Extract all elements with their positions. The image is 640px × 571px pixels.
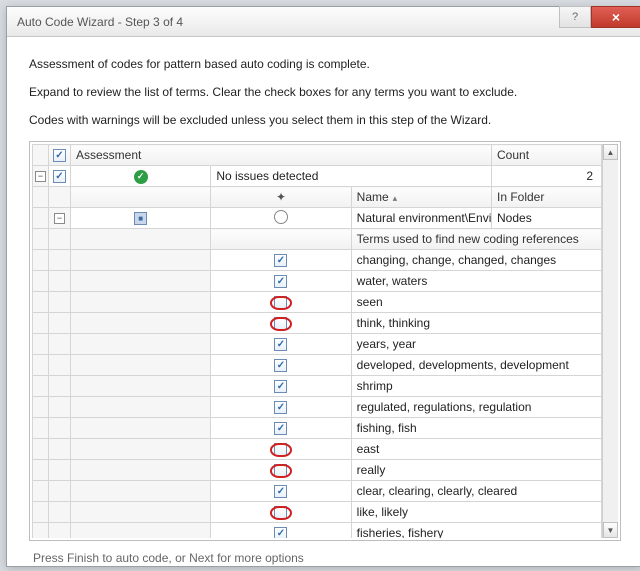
term-checkbox[interactable] [274,401,287,414]
term-text: really [351,460,601,481]
term-row[interactable]: developed, developments, development [33,355,602,376]
group-label: No issues detected [211,166,492,187]
scroll-up-icon[interactable]: ▲ [603,144,618,160]
footer-hint: Press Finish to auto code, or Next for m… [29,541,621,565]
node-name: Natural environment\Environmental change [351,208,491,229]
titlebar[interactable]: Auto Code Wizard - Step 3 of 4 ? × [7,7,640,37]
term-row[interactable]: really [33,460,602,481]
collapse-icon[interactable]: − [54,213,65,224]
term-row[interactable]: shrimp [33,376,602,397]
term-row[interactable]: water, waters [33,271,602,292]
col-name[interactable]: Name▴ [351,187,491,208]
term-text: years, year [351,334,601,355]
select-all-checkbox[interactable] [53,149,66,162]
term-checkbox[interactable] [274,275,287,288]
term-text: developed, developments, development [351,355,601,376]
term-row[interactable]: years, year [33,334,602,355]
star-icon: ✦ [276,190,286,204]
col-terms[interactable]: Terms used to find new coding references [351,229,601,250]
col-assessment[interactable]: Assessment [71,145,492,166]
scroll-down-icon[interactable]: ▼ [603,522,618,538]
term-checkbox[interactable] [274,506,287,519]
window-title: Auto Code Wizard - Step 3 of 4 [17,15,183,29]
help-button[interactable]: ? [559,6,591,28]
node-checkbox[interactable] [134,212,147,225]
collapse-icon[interactable]: − [35,171,46,182]
group-checkbox[interactable] [53,170,66,183]
intro-line-2: Expand to review the list of terms. Clea… [29,85,621,99]
close-icon: × [612,9,620,25]
term-checkbox[interactable] [274,422,287,435]
term-row[interactable]: fisheries, fishery [33,523,602,539]
term-row[interactable]: east [33,439,602,460]
term-row[interactable]: changing, change, changed, changes [33,250,602,271]
term-checkbox[interactable] [274,464,287,477]
term-text: east [351,439,601,460]
term-checkbox[interactable] [274,338,287,351]
node-folder: Nodes [492,208,602,229]
term-row[interactable]: like, likely [33,502,602,523]
intro-text: Assessment of codes for pattern based au… [29,57,621,127]
ok-status-icon [134,170,148,184]
term-checkbox[interactable] [274,317,287,330]
node-icon [274,210,288,224]
terms-header-row: Terms used to find new coding references [33,229,602,250]
term-checkbox[interactable] [274,527,287,538]
sort-asc-icon: ▴ [393,193,398,203]
term-row[interactable]: fishing, fish [33,418,602,439]
term-text: shrimp [351,376,601,397]
term-checkbox[interactable] [274,359,287,372]
term-text: regulated, regulations, regulation [351,397,601,418]
term-text: fisheries, fishery [351,523,601,539]
term-text: clear, clearing, clearly, cleared [351,481,601,502]
term-checkbox[interactable] [274,380,287,393]
term-text: changing, change, changed, changes [351,250,601,271]
close-button[interactable]: × [591,6,640,28]
term-row[interactable]: seen [33,292,602,313]
term-text: water, waters [351,271,601,292]
node-row[interactable]: − Natural environment\Environmental chan… [33,208,602,229]
scroll-track[interactable] [603,160,618,522]
terms-tree: Assessment Count − No issues detected 2 [29,141,621,541]
col-count[interactable]: Count [492,145,602,166]
help-icon: ? [572,11,578,23]
term-row[interactable]: think, thinking [33,313,602,334]
wizard-dialog: Auto Code Wizard - Step 3 of 4 ? × Asses… [6,6,640,567]
term-row[interactable]: regulated, regulations, regulation [33,397,602,418]
intro-line-1: Assessment of codes for pattern based au… [29,57,621,71]
term-text: fishing, fish [351,418,601,439]
assessment-header-row: Assessment Count [33,145,602,166]
term-row[interactable]: clear, clearing, clearly, cleared [33,481,602,502]
term-checkbox[interactable] [274,254,287,267]
node-header-row: ✦ Name▴ In Folder [33,187,602,208]
col-in-folder[interactable]: In Folder [492,187,602,208]
term-text: think, thinking [351,313,601,334]
vertical-scrollbar[interactable]: ▲ ▼ [602,144,618,538]
group-count: 2 [492,166,602,187]
term-text: like, likely [351,502,601,523]
term-checkbox[interactable] [274,296,287,309]
intro-line-3: Codes with warnings will be excluded unl… [29,113,621,127]
term-checkbox[interactable] [274,443,287,456]
term-text: seen [351,292,601,313]
term-checkbox[interactable] [274,485,287,498]
assessment-group-row[interactable]: − No issues detected 2 [33,166,602,187]
